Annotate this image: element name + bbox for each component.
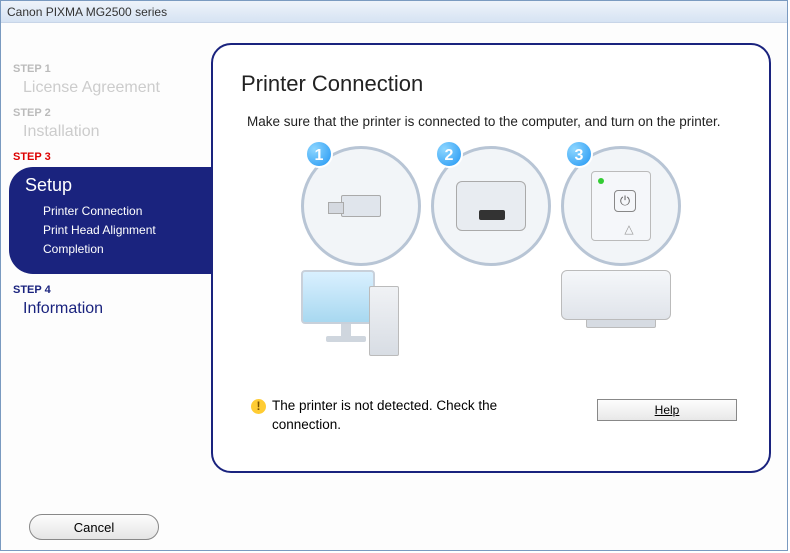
step1-title: License Agreement [13, 79, 211, 97]
computer-illustration [301, 270, 421, 360]
step1-label: STEP 1 [13, 63, 211, 75]
usb-plug-icon [341, 195, 381, 217]
step2-title: Installation [13, 123, 211, 141]
panel-heading: Printer Connection [241, 71, 741, 97]
help-button[interactable]: Help [597, 399, 737, 421]
tower-icon [369, 286, 399, 356]
status-text: The printer is not detected. Check the c… [272, 397, 531, 435]
panel-lead-text: Make sure that the printer is connected … [247, 113, 741, 132]
content-panel: Printer Connection Make sure that the pr… [211, 43, 771, 473]
step-bubble-2: 2 [431, 146, 551, 266]
printer-illustration [561, 270, 681, 328]
illustration-row: 1 [241, 146, 741, 360]
printer-port-icon [456, 181, 526, 231]
content-area: STEP 1 License Agreement STEP 2 Installa… [1, 23, 787, 503]
wizard-sidebar: STEP 1 License Agreement STEP 2 Installa… [1, 43, 211, 503]
step4-label: STEP 4 [13, 284, 211, 296]
cancel-button[interactable]: Cancel [29, 514, 159, 540]
status-message: ! The printer is not detected. Check the… [251, 397, 531, 435]
main-area: Printer Connection Make sure that the pr… [211, 43, 787, 503]
step2-label: STEP 2 [13, 107, 211, 119]
installer-window: Canon PIXMA MG2500 series STEP 1 License… [0, 0, 788, 551]
step3-sub-printer-connection: Printer Connection [25, 202, 213, 221]
step3-title: Setup [25, 175, 213, 196]
step3-sub-print-head-alignment: Print Head Alignment [25, 221, 213, 240]
warning-icon: ! [251, 399, 266, 414]
step3-active-block: Setup Printer Connection Print Head Alig… [9, 167, 213, 274]
power-button-icon: ⏻ [614, 190, 636, 212]
window-title: Canon PIXMA MG2500 series [7, 5, 167, 19]
step-bubble-1: 1 [301, 146, 421, 360]
badge-3: 3 [565, 140, 593, 168]
printer-power-panel-icon: ⏻ △ [591, 171, 651, 241]
step4-title: Information [13, 300, 211, 318]
step-bubble-3: ⏻ △ 3 [561, 146, 681, 328]
power-led-icon [598, 178, 604, 184]
step3-sub-completion: Completion [25, 240, 213, 259]
badge-1: 1 [305, 140, 333, 168]
window-titlebar: Canon PIXMA MG2500 series [1, 1, 787, 23]
monitor-icon [301, 270, 391, 360]
footer: Cancel [29, 514, 159, 540]
alert-triangle-icon: △ [614, 222, 644, 236]
step3-label: STEP 3 [13, 151, 211, 163]
badge-2: 2 [435, 140, 463, 168]
